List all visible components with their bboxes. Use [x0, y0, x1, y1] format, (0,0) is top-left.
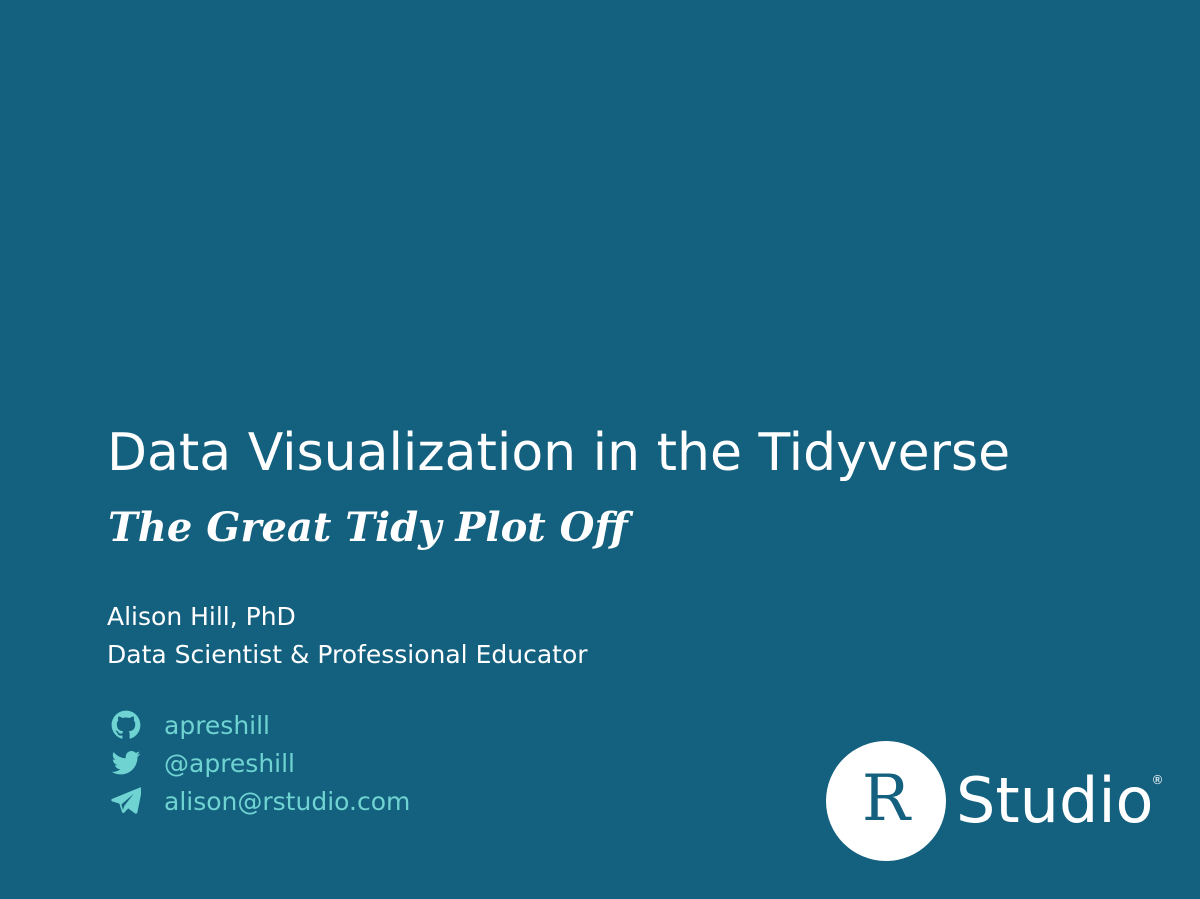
author-role: Data Scientist & Professional Educator	[107, 640, 588, 669]
contact-github-text: apreshill	[164, 710, 271, 740]
contact-email[interactable]: alison@rstudio.com	[110, 782, 410, 820]
contact-twitter[interactable]: @apreshill	[110, 744, 410, 782]
contact-twitter-text: @apreshill	[164, 748, 296, 778]
slide-subtitle: The Great Tidy Plot Off	[108, 504, 628, 551]
logo-circle: R	[826, 741, 946, 861]
title-slide: Data Visualization in the Tidyverse The …	[0, 0, 1200, 899]
author-block: Alison Hill, PhD Data Scientist & Profes…	[107, 598, 588, 674]
logo-word: Studio	[956, 764, 1154, 837]
github-icon	[110, 709, 142, 741]
twitter-icon	[110, 747, 142, 779]
logo-letter: R	[861, 762, 911, 836]
contact-email-text: alison@rstudio.com	[164, 786, 411, 816]
contact-github[interactable]: apreshill	[110, 706, 410, 744]
paper-plane-icon	[110, 785, 142, 817]
author-name: Alison Hill, PhD	[107, 602, 296, 631]
registered-mark: ®	[1151, 773, 1164, 787]
contact-list: apreshill @apreshill alison@rstudio.com	[110, 706, 410, 820]
slide-title: Data Visualization in the Tidyverse	[107, 423, 1011, 483]
rstudio-logo: R Studio ®	[826, 741, 1166, 861]
